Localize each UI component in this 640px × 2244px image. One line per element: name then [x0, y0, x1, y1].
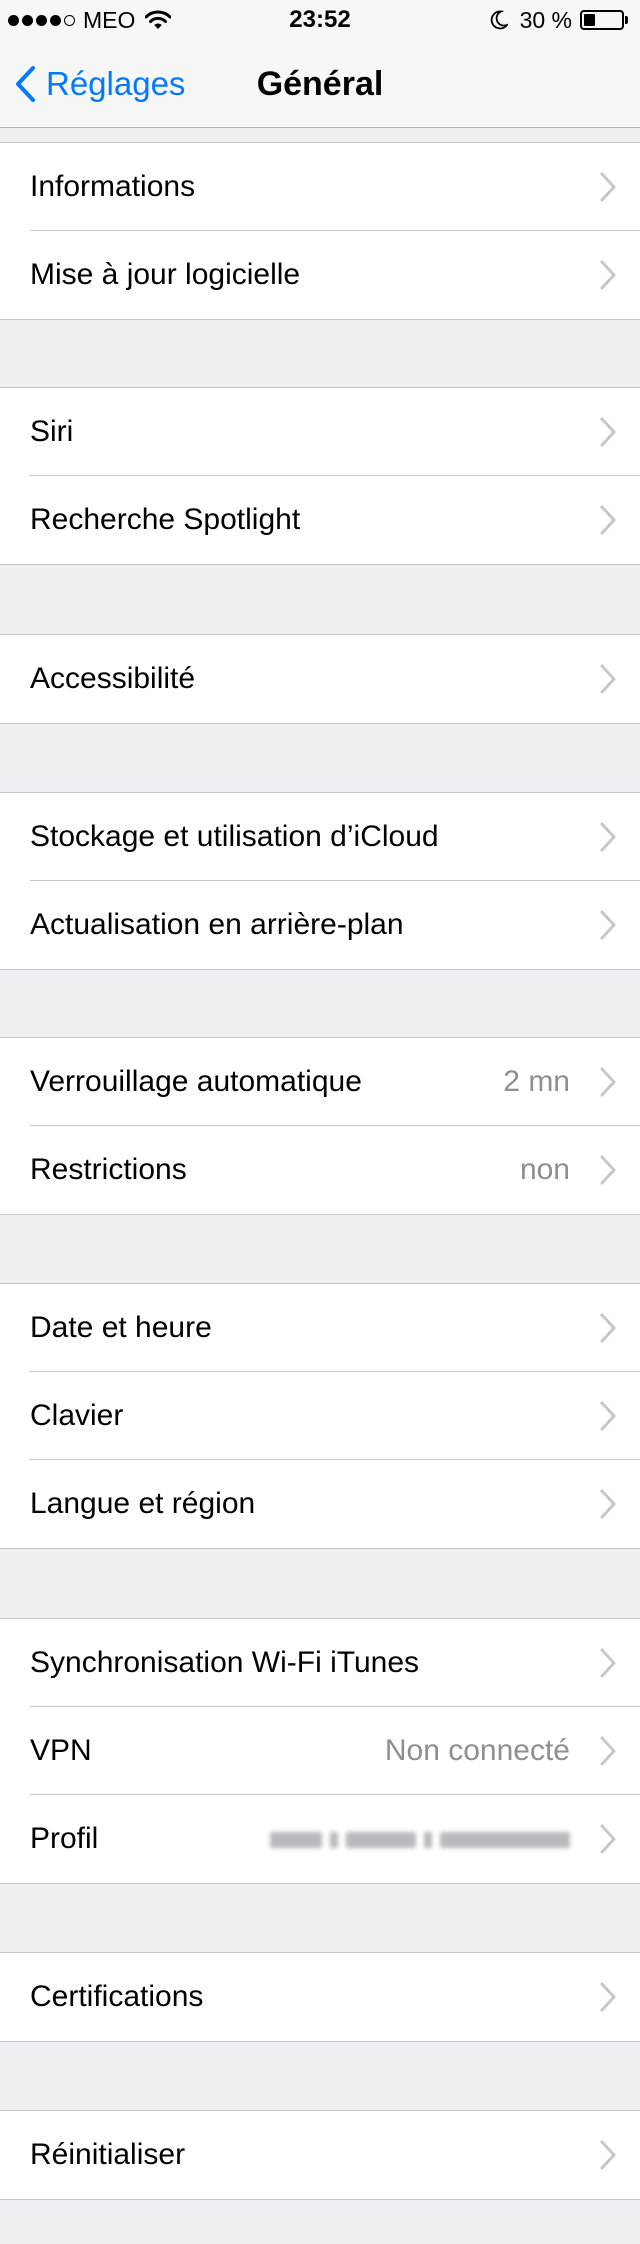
- settings-group: Date et heure Clavier Langue et région: [0, 1283, 640, 1549]
- settings-group: Réinitialiser: [0, 2110, 640, 2200]
- settings-row-value-obscured: [270, 1795, 570, 1883]
- settings-row[interactable]: Informations: [0, 143, 640, 231]
- settings-row-value: non: [519, 1153, 570, 1186]
- settings-row-label: Certifications: [30, 1980, 204, 2013]
- settings-row[interactable]: VPN Non connecté: [0, 1706, 640, 1795]
- chevron-right-icon: [600, 1982, 616, 2012]
- settings-row-label: Date et heure: [30, 1311, 212, 1344]
- settings-group: Certifications: [0, 1952, 640, 2042]
- settings-group: Synchronisation Wi-Fi iTunes VPN Non conne…: [0, 1618, 640, 1884]
- settings-row-label: Actualisation en arrière-plan: [30, 908, 404, 941]
- settings-row-label: Restrictions: [30, 1153, 187, 1186]
- settings-row-label: Clavier: [30, 1399, 124, 1432]
- settings-row[interactable]: Langue et région: [0, 1459, 640, 1548]
- chevron-right-icon: [600, 1648, 616, 1678]
- settings-row[interactable]: Mise à jour logicielle: [0, 230, 640, 319]
- navigation-bar: Réglages Général: [0, 40, 640, 128]
- battery-icon: [580, 10, 624, 30]
- status-right: 30 %: [490, 6, 628, 34]
- settings-row[interactable]: Profil: [0, 1794, 640, 1883]
- chevron-right-icon: [600, 1067, 616, 1097]
- settings-row-label: Réinitialiser: [30, 2138, 186, 2171]
- chevron-left-icon: [16, 66, 35, 102]
- back-button-label: Réglages: [46, 65, 186, 102]
- settings-row-label: Recherche Spotlight: [30, 503, 301, 536]
- settings-group: Stockage et utilisation d’iCloud Actualis…: [0, 792, 640, 970]
- settings-row-label: Langue et région: [30, 1487, 256, 1520]
- settings-row[interactable]: Date et heure: [0, 1284, 640, 1372]
- settings-row[interactable]: Synchronisation Wi-Fi iTunes: [0, 1619, 640, 1707]
- settings-group: Informations Mise à jour logicielle: [0, 142, 640, 320]
- battery-percent: 30 %: [519, 6, 572, 33]
- settings-group: Verrouillage automatique 2 mn Restrictions…: [0, 1037, 640, 1215]
- chevron-right-icon: [600, 1824, 616, 1854]
- chevron-right-icon: [600, 822, 616, 852]
- chevron-right-icon: [600, 1313, 616, 1343]
- settings-row-label: Synchronisation Wi-Fi iTunes: [30, 1646, 420, 1679]
- settings-row[interactable]: Verrouillage automatique 2 mn: [0, 1038, 640, 1126]
- moon-icon: [490, 10, 508, 30]
- chevron-right-icon: [600, 2140, 616, 2170]
- settings-row[interactable]: Stockage et utilisation d’iCloud: [0, 793, 640, 881]
- settings-row-label: Profil: [30, 1822, 99, 1855]
- settings-row[interactable]: Actualisation en arrière-plan: [0, 880, 640, 969]
- chevron-right-icon: [600, 417, 616, 447]
- settings-row[interactable]: Certifications: [0, 1953, 640, 2041]
- settings-row-label: Informations: [30, 170, 196, 203]
- chevron-right-icon: [600, 1489, 616, 1519]
- chevron-right-icon: [600, 172, 616, 202]
- settings-row-label: Accessibilité: [30, 662, 196, 695]
- redacted-text: [270, 1832, 570, 1849]
- settings-row-value: Non connecté: [384, 1734, 570, 1767]
- settings-row-value: 2 mn: [503, 1065, 570, 1098]
- settings-row[interactable]: Clavier: [0, 1371, 640, 1460]
- settings-row[interactable]: Restrictions non: [0, 1125, 640, 1214]
- back-button[interactable]: Réglages: [14, 40, 185, 128]
- settings-row-label: Siri: [30, 415, 74, 448]
- settings-group: Accessibilité: [0, 634, 640, 724]
- status-bar: MEO 23:52 30 %: [0, 0, 640, 40]
- settings-row[interactable]: Recherche Spotlight: [0, 475, 640, 564]
- settings-row-label: Stockage et utilisation d’iCloud: [30, 820, 439, 853]
- chevron-right-icon: [600, 505, 616, 535]
- settings-row[interactable]: Réinitialiser: [0, 2111, 640, 2199]
- chevron-right-icon: [600, 260, 616, 290]
- battery-cap: [625, 16, 628, 24]
- settings-group: Siri Recherche Spotlight: [0, 387, 640, 565]
- settings-row-label: Verrouillage automatique: [30, 1065, 362, 1098]
- chevron-right-icon: [600, 664, 616, 694]
- chevron-right-icon: [600, 1401, 616, 1431]
- chevron-right-icon: [600, 910, 616, 940]
- settings-row[interactable]: Siri: [0, 388, 640, 476]
- settings-row[interactable]: Accessibilité: [0, 635, 640, 723]
- battery-fill: [584, 14, 595, 26]
- settings-row-label: Mise à jour logicielle: [30, 258, 301, 291]
- chevron-right-icon: [600, 1736, 616, 1766]
- chevron-right-icon: [600, 1155, 616, 1185]
- settings-row-label: VPN: [30, 1734, 92, 1767]
